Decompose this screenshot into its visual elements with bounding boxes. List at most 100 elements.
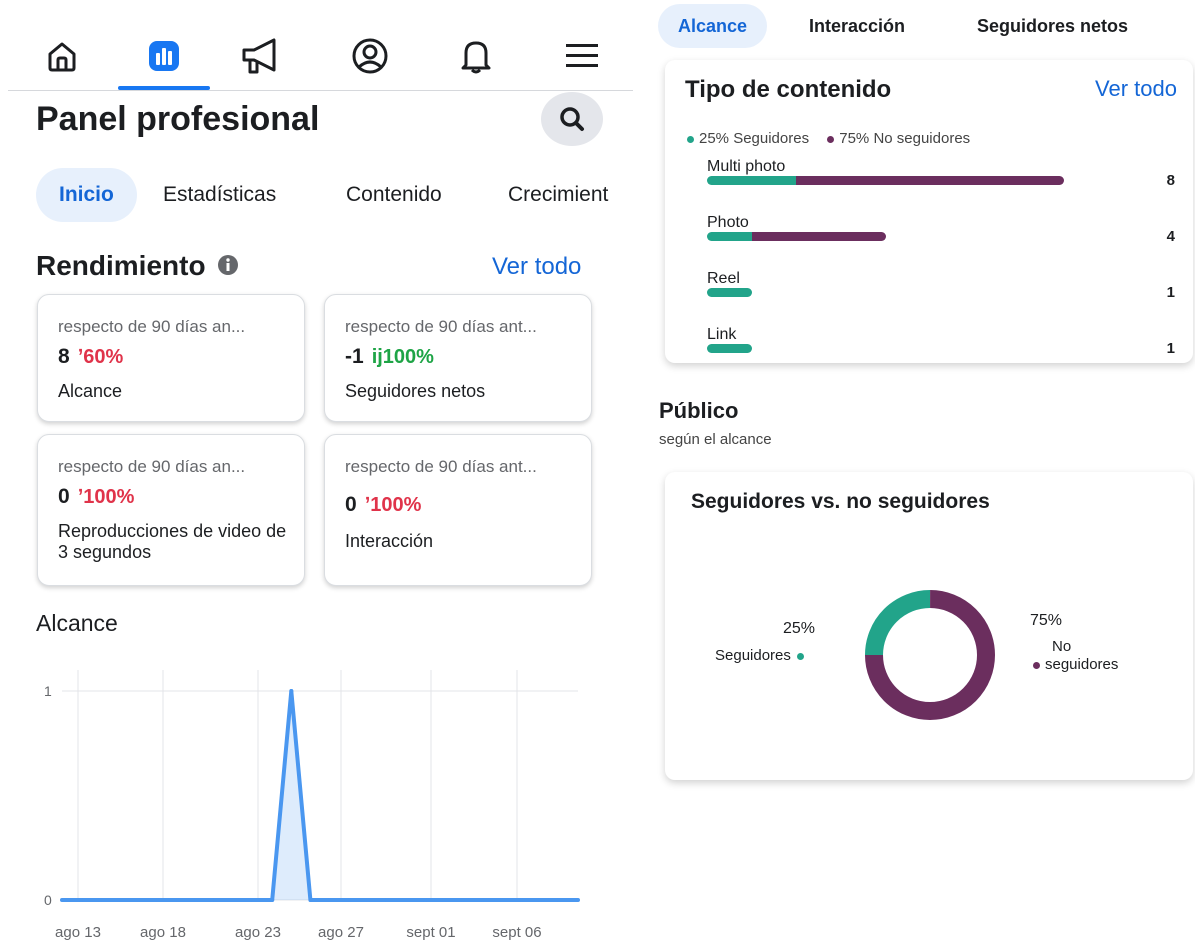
- professional-dashboard-pane: Panel profesional Inicio Estadísticas Co…: [0, 0, 640, 947]
- reach-point: [442, 898, 447, 902]
- reach-point: [327, 898, 332, 902]
- x-tick-label: ago 13: [55, 924, 101, 941]
- legend-item-followers: 25% Seguidores: [687, 130, 809, 147]
- home-icon[interactable]: [40, 34, 84, 78]
- card-value: 8 ʼ60%: [58, 345, 124, 368]
- info-icon[interactable]: [217, 254, 239, 276]
- content-bar[interactable]: [707, 232, 886, 241]
- content-type-title: Tipo de contenido multimedia: [685, 76, 892, 106]
- search-button[interactable]: [541, 92, 603, 146]
- content-bar[interactable]: [707, 344, 752, 353]
- reach-area: [62, 691, 578, 900]
- reach-point: [98, 898, 103, 902]
- audience-heading: Público: [659, 398, 739, 423]
- bell-icon[interactable]: [454, 34, 498, 78]
- reach-point: [212, 898, 217, 902]
- legend-item-non-followers: 75% No seguidores: [827, 130, 970, 147]
- bar-segment-non-followers: [751, 232, 886, 241]
- card-value: -1 ij100%: [345, 345, 434, 368]
- page-title: Panel profesional: [36, 100, 320, 138]
- bar-value-label: 8: [1166, 172, 1175, 189]
- non-followers-pct-label: 75%: [1030, 612, 1063, 629]
- bar-value-label: 4: [1166, 228, 1175, 245]
- reach-point: [251, 898, 256, 902]
- card-subtitle: respecto de 90 días ant...: [345, 317, 537, 336]
- tab-alcance[interactable]: Alcance: [658, 4, 768, 48]
- reach-point: [79, 898, 84, 902]
- followers-label: Seguidores: [715, 647, 809, 664]
- content-bar[interactable]: [707, 288, 752, 297]
- x-tick-label: ago 27: [318, 924, 364, 941]
- reach-details-pane: Alcance Interacción Seguidores netos Tip…: [650, 0, 1195, 947]
- card-value: 0 ʼ100%: [58, 485, 135, 508]
- followers-pct-label: 25%: [783, 620, 816, 637]
- legend-dot: [827, 135, 835, 143]
- followers-card-title: Seguidores vs. no seguidores: [691, 490, 990, 513]
- card-subtitle: respecto de 90 días an...: [58, 317, 246, 336]
- tab-interaccion[interactable]: Interacción: [809, 4, 905, 48]
- x-tick-label: ago 23: [235, 924, 281, 941]
- reach-point: [499, 898, 504, 902]
- reach-point: [308, 898, 313, 902]
- content-bar[interactable]: [707, 176, 1064, 185]
- profile-icon[interactable]: [348, 34, 392, 78]
- search-icon: [560, 107, 584, 131]
- legend-dot: [1033, 661, 1040, 669]
- performance-see-all-link[interactable]: Ver todo: [492, 253, 581, 281]
- card-subtitle: respecto de 90 días ant...: [345, 457, 537, 476]
- performance-heading: Rendimiento: [36, 250, 239, 282]
- tab-contenido[interactable]: Contenido: [346, 168, 442, 222]
- reach-point: [117, 898, 122, 902]
- non-followers-label-line2: seguidores: [1033, 656, 1118, 674]
- reach-point: [155, 898, 160, 902]
- megaphone-icon[interactable]: [240, 34, 284, 78]
- tab-crecimiento[interactable]: Crecimient: [508, 168, 608, 222]
- reach-point: [384, 898, 389, 902]
- reach-point: [404, 898, 408, 902]
- card-label: Seguidores netos: [345, 381, 486, 401]
- reach-line-chart: 0 1 ago 13 ago 18 ago 23 ago 27 sept 01 sept 06: [44, 670, 580, 941]
- reach-point: [480, 898, 485, 902]
- bar-category-label: Reel: [707, 270, 740, 287]
- reach-point: [576, 898, 580, 902]
- reach-line: [62, 689, 578, 902]
- y-tick-label: 0: [44, 892, 52, 908]
- tab-inicio[interactable]: Inicio: [36, 168, 137, 222]
- metric-card-video-plays[interactable]: respecto de 90 días an... 0 ʼ100% Reprodu…: [37, 434, 305, 586]
- card-change: ʼ100%: [364, 494, 422, 516]
- reach-point: [60, 898, 64, 902]
- insights-icon[interactable]: [142, 34, 186, 78]
- content-type-see-all-link[interactable]: Ver todo: [1095, 76, 1177, 102]
- tab-seguidores-netos[interactable]: Seguidores netos: [977, 4, 1128, 48]
- reach-point: [136, 898, 141, 902]
- reach-point: [461, 898, 466, 902]
- y-tick-label: 1: [44, 683, 52, 699]
- tab-estadisticas[interactable]: Estadísticas: [163, 168, 276, 222]
- metric-card-net-followers[interactable]: respecto de 90 días ant... -1 ij100% Segu…: [324, 294, 592, 422]
- card-change: ʼ60%: [77, 346, 124, 368]
- bar-segment-followers: [707, 176, 797, 185]
- reach-point: [289, 689, 294, 693]
- reach-point: [556, 898, 561, 902]
- non-followers-label: No seguidores: [1033, 638, 1118, 674]
- card-label: Alcance: [58, 381, 123, 401]
- bar-category-label: Multi photo: [707, 158, 786, 175]
- reach-chart-title: Alcance: [36, 610, 118, 636]
- card-change: ij100%: [371, 346, 434, 368]
- bar-segment-followers: [707, 288, 752, 297]
- content-type-legend: 25% Seguidores 75% No seguidores: [687, 130, 970, 147]
- reach-point: [193, 898, 198, 902]
- bar-segment-followers: [707, 232, 752, 241]
- metric-card-reach[interactable]: respecto de 90 días an... 8 ʼ60% Alcance: [37, 294, 305, 422]
- reach-point: [537, 898, 542, 902]
- bar-category-label: Link: [707, 326, 737, 343]
- x-tick-label: sept 06: [492, 924, 541, 941]
- card-value: 0 ʼ100%: [345, 493, 422, 516]
- metric-card-interaction[interactable]: respecto de 90 días ant... 0 ʼ100% Intera…: [324, 434, 592, 586]
- followers-donut-chart: [865, 590, 995, 720]
- menu-icon[interactable]: [560, 34, 604, 78]
- reach-point: [270, 898, 275, 902]
- bar-segment-followers: [707, 344, 752, 353]
- legend-dot: [687, 135, 694, 143]
- followers-vs-nonfollowers-card: Seguidores vs. no seguidores 25% Seguido…: [665, 472, 1193, 780]
